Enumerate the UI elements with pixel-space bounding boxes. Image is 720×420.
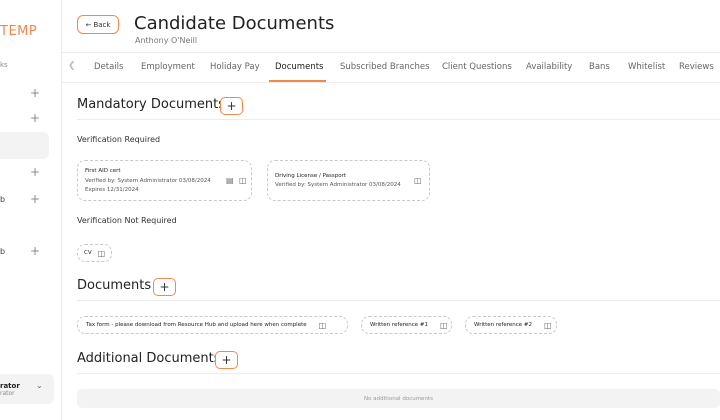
user-role: rator: [0, 390, 15, 397]
page-title: Candidate Documents: [134, 13, 335, 34]
document-verified-text: Verified by: System Administrator 03/08/…: [275, 182, 401, 188]
tab-details[interactable]: Details: [94, 62, 123, 72]
divider: [77, 119, 720, 120]
sidebar-item[interactable]: +: [0, 165, 61, 182]
sidebar-item[interactable]: +: [0, 111, 61, 128]
sidebar: TEMP ks + + + b + b + rator rator ⌄: [0, 0, 62, 420]
document-expiry: Expires 12/31/2024: [85, 187, 139, 193]
additional-documents-title: Additional Documents: [77, 351, 221, 366]
sidebar-item-label: b: [0, 247, 6, 256]
trash-icon[interactable]: ◫: [239, 176, 247, 185]
chevron-left-icon[interactable]: ❮: [68, 61, 76, 71]
document-pill[interactable]: Tax form - please download from Resource…: [77, 316, 348, 334]
add-additional-document-button[interactable]: +: [215, 351, 238, 369]
sidebar-item-label: b: [0, 195, 6, 204]
chevron-down-icon[interactable]: ⌄: [36, 381, 43, 390]
tab-subscribed-branches[interactable]: Subscribed Branches: [340, 62, 430, 72]
documents-title: Documents: [77, 278, 152, 293]
empty-state: No additional documents: [77, 389, 720, 408]
document-pill[interactable]: CV ◫: [77, 244, 113, 262]
divider: [62, 82, 720, 83]
document-label: Written reference #1: [370, 322, 429, 328]
user-name: rator: [0, 382, 20, 390]
tab-bans[interactable]: Bans: [589, 62, 610, 72]
document-pill[interactable]: Written reference #1 ◫: [361, 316, 452, 334]
tab-client-questions[interactable]: Client Questions: [442, 62, 512, 72]
sidebar-item[interactable]: b +: [0, 192, 61, 209]
user-menu[interactable]: rator rator ⌄: [0, 374, 54, 404]
page-subtitle: Anthony O'Neill: [135, 36, 198, 45]
sidebar-item[interactable]: b +: [0, 244, 61, 261]
document-label: CV: [84, 250, 92, 256]
tab-employment[interactable]: Employment: [141, 62, 195, 72]
document-pill[interactable]: Written reference #2 ◫: [465, 316, 557, 334]
document-label: Written reference #2: [474, 322, 533, 328]
tab-availability[interactable]: Availability: [526, 62, 572, 72]
document-verified-text: Verified by: System Administrator 03/08/…: [85, 178, 211, 184]
expand-plus-icon[interactable]: +: [30, 111, 40, 125]
expand-plus-icon[interactable]: +: [30, 192, 40, 206]
tab-whitelist[interactable]: Whitelist: [628, 62, 665, 72]
empty-state-text: No additional documents: [364, 395, 433, 402]
divider: [77, 300, 720, 301]
divider: [62, 52, 720, 53]
brand-logo: TEMP: [0, 24, 38, 39]
back-button[interactable]: ← Back: [77, 15, 119, 34]
tab-bar: ❮ Details Employment Holiday Pay Documen…: [62, 58, 720, 82]
trash-icon[interactable]: ◫: [98, 249, 106, 258]
sidebar-item[interactable]: +: [0, 86, 61, 103]
trash-icon[interactable]: ◫: [544, 321, 552, 330]
sidebar-caption: ks: [0, 61, 8, 69]
calendar-icon[interactable]: ▤: [226, 176, 234, 185]
document-card[interactable]: First AID cert Verified by: System Admin…: [77, 160, 252, 201]
trash-icon[interactable]: ◫: [319, 321, 327, 330]
tab-reviews[interactable]: Reviews: [679, 62, 714, 72]
document-title: Driving License / Passport: [275, 173, 347, 179]
tab-documents[interactable]: Documents: [275, 62, 323, 72]
trash-icon[interactable]: ◫: [440, 321, 448, 330]
trash-icon[interactable]: ◫: [414, 176, 422, 185]
document-title: First AID cert: [85, 168, 121, 174]
arrow-left-icon: ←: [85, 20, 92, 29]
divider: [77, 373, 720, 374]
add-mandatory-document-button[interactable]: +: [220, 97, 243, 115]
back-button-label: Back: [93, 20, 111, 29]
tab-holiday-pay[interactable]: Holiday Pay: [210, 62, 260, 72]
verification-required-heading: Verification Required: [77, 135, 161, 144]
add-document-button[interactable]: +: [153, 278, 176, 296]
main-content: ← Back Candidate Documents Anthony O'Nei…: [62, 0, 720, 420]
mandatory-documents-title: Mandatory Documents: [77, 97, 225, 112]
expand-plus-icon[interactable]: +: [30, 165, 40, 179]
document-label: Tax form - please download from Resource…: [86, 322, 307, 328]
document-card[interactable]: Driving License / Passport Verified by: …: [267, 160, 430, 201]
expand-plus-icon[interactable]: +: [30, 86, 40, 100]
verification-not-required-heading: Verification Not Required: [77, 216, 177, 225]
expand-plus-icon[interactable]: +: [30, 244, 40, 258]
sidebar-item-active[interactable]: [0, 132, 49, 159]
